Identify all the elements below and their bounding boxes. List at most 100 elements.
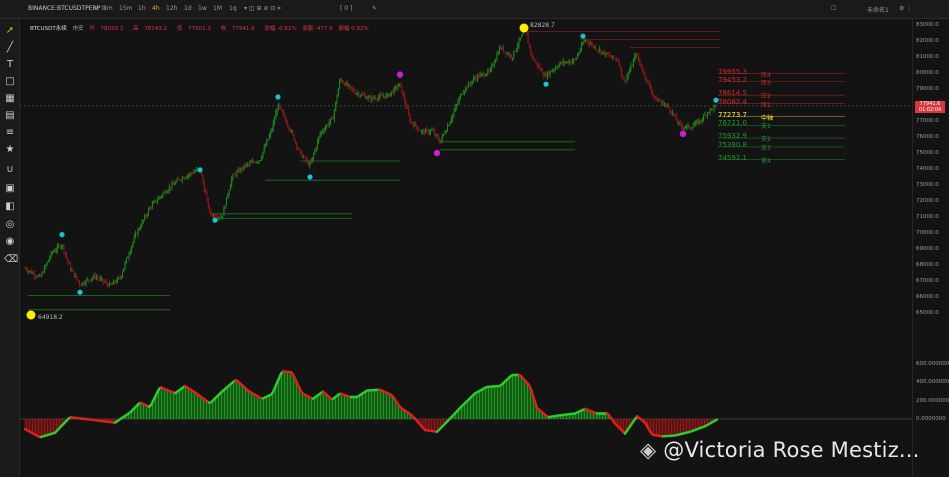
price-tick: 79000.0 bbox=[916, 86, 939, 92]
candle-body bbox=[457, 102, 459, 105]
candle-body bbox=[262, 152, 264, 158]
tf-1q[interactable]: 1q bbox=[229, 5, 237, 12]
osc-bar bbox=[374, 389, 375, 419]
candle-body bbox=[569, 61, 571, 64]
osc-bar bbox=[41, 419, 42, 438]
eye-icon[interactable]: ◉ bbox=[4, 236, 16, 248]
osc-bar bbox=[165, 390, 167, 419]
candle-body bbox=[530, 46, 532, 53]
candle-body bbox=[175, 181, 177, 185]
tf-1d[interactable]: 1d bbox=[184, 5, 192, 12]
candle-body bbox=[621, 67, 623, 76]
osc-bar bbox=[494, 387, 495, 419]
target-icon[interactable]: ◎ bbox=[4, 219, 16, 231]
candle-body bbox=[222, 216, 224, 218]
candle-body bbox=[239, 169, 240, 172]
tf-4h[interactable]: 4h bbox=[152, 5, 160, 12]
osc-bar bbox=[425, 419, 426, 430]
candle-body bbox=[50, 252, 52, 258]
osc-bar bbox=[356, 397, 357, 419]
price-axis[interactable]: 83000.082000.081000.080000.079000.078000… bbox=[912, 19, 949, 477]
legend-symbol[interactable]: BTCUSDT永续 bbox=[30, 26, 67, 32]
candle-body bbox=[648, 81, 650, 85]
trendline-icon[interactable]: ╱ bbox=[4, 42, 16, 54]
tf-1M[interactable]: 1M bbox=[213, 5, 222, 12]
unlock-icon[interactable]: ◧ bbox=[4, 201, 16, 213]
candle-body bbox=[573, 59, 575, 62]
fib-icon[interactable]: ≡ bbox=[4, 127, 16, 139]
edit-icon[interactable]: ✎ bbox=[372, 5, 377, 12]
candle-body bbox=[606, 52, 608, 55]
tf-15m[interactable]: 15m bbox=[119, 5, 132, 12]
tf-1h[interactable]: 1h bbox=[138, 5, 146, 12]
eraser-icon[interactable]: ⌫ bbox=[4, 254, 18, 266]
support-price: 75932.9 bbox=[718, 132, 747, 141]
candle-body bbox=[189, 173, 191, 175]
candle-body bbox=[366, 98, 368, 100]
candle-body bbox=[67, 258, 69, 263]
candle-body bbox=[133, 236, 135, 243]
candle-body bbox=[539, 65, 541, 70]
candle-body bbox=[670, 111, 672, 114]
price-tick: 75000.0 bbox=[916, 150, 939, 156]
osc-bar bbox=[218, 395, 219, 419]
candle-body bbox=[591, 44, 593, 46]
osc-bar bbox=[156, 393, 158, 419]
chart-type-icon[interactable]: ▾ ◫ ⊞ ⊘ ⊡ ⌗ bbox=[244, 5, 281, 13]
star-icon[interactable]: ★ bbox=[4, 144, 16, 156]
candle-body bbox=[339, 80, 341, 89]
candle-body bbox=[185, 177, 187, 179]
tf-1w[interactable]: 1w bbox=[198, 5, 207, 12]
candle-body bbox=[84, 283, 86, 285]
candle-body bbox=[293, 134, 295, 141]
osc-bar bbox=[689, 419, 690, 432]
candle-body bbox=[249, 162, 251, 165]
magnet-icon[interactable]: ∪ bbox=[4, 164, 16, 176]
osc-bar bbox=[203, 398, 204, 419]
osc-bar bbox=[654, 419, 656, 436]
candle-body bbox=[500, 47, 502, 50]
grid-icon[interactable]: ▤ bbox=[4, 110, 16, 122]
candle-body bbox=[488, 70, 490, 72]
candle-body bbox=[687, 125, 689, 127]
candle-body bbox=[541, 69, 543, 74]
layout-selector[interactable]: [ 0 ] bbox=[340, 5, 352, 12]
candle-body bbox=[188, 174, 190, 176]
osc-bar bbox=[150, 405, 152, 419]
pattern-icon[interactable]: ▦ bbox=[4, 93, 16, 105]
candle-body bbox=[177, 179, 179, 181]
lock-icon[interactable]: ▣ bbox=[4, 183, 16, 195]
tf-12h[interactable]: 12h bbox=[166, 5, 177, 12]
layout-name[interactable]: 未命名1 bbox=[867, 5, 889, 14]
rectangle-icon[interactable]: □ bbox=[4, 76, 16, 88]
candle-body bbox=[164, 191, 166, 194]
candle-body bbox=[404, 95, 406, 102]
candle-body bbox=[603, 51, 604, 53]
osc-bar bbox=[681, 419, 683, 435]
candle-body bbox=[519, 38, 521, 40]
osc-bar bbox=[294, 377, 296, 419]
settings-icon[interactable]: ⚙ ⋮ bbox=[899, 5, 912, 12]
candle-body bbox=[68, 262, 70, 265]
cursor-icon[interactable]: ➚ bbox=[4, 25, 16, 37]
osc-bar bbox=[288, 372, 290, 419]
osc-bar bbox=[39, 419, 41, 438]
candle-body bbox=[55, 249, 57, 251]
candle-body bbox=[484, 75, 486, 77]
candle-body bbox=[194, 171, 196, 173]
candle-body bbox=[682, 126, 684, 128]
tf-3m[interactable]: 3m bbox=[103, 5, 113, 12]
candle-body bbox=[357, 93, 359, 95]
price-tick: 74000.0 bbox=[916, 166, 939, 172]
support-tag: 支1 bbox=[761, 123, 771, 131]
candle-body bbox=[75, 275, 77, 277]
osc-bar bbox=[48, 419, 50, 434]
osc-bar bbox=[51, 419, 53, 434]
price-chart[interactable] bbox=[20, 19, 912, 477]
symbol-selector[interactable]: BINANCE:BTCUSDTPERP bbox=[28, 5, 100, 12]
candle-body bbox=[651, 88, 653, 93]
candle-body bbox=[462, 92, 464, 95]
window-icon[interactable]: ☐ bbox=[831, 5, 836, 12]
osc-bar bbox=[224, 389, 225, 419]
text-icon[interactable]: T bbox=[4, 59, 16, 71]
